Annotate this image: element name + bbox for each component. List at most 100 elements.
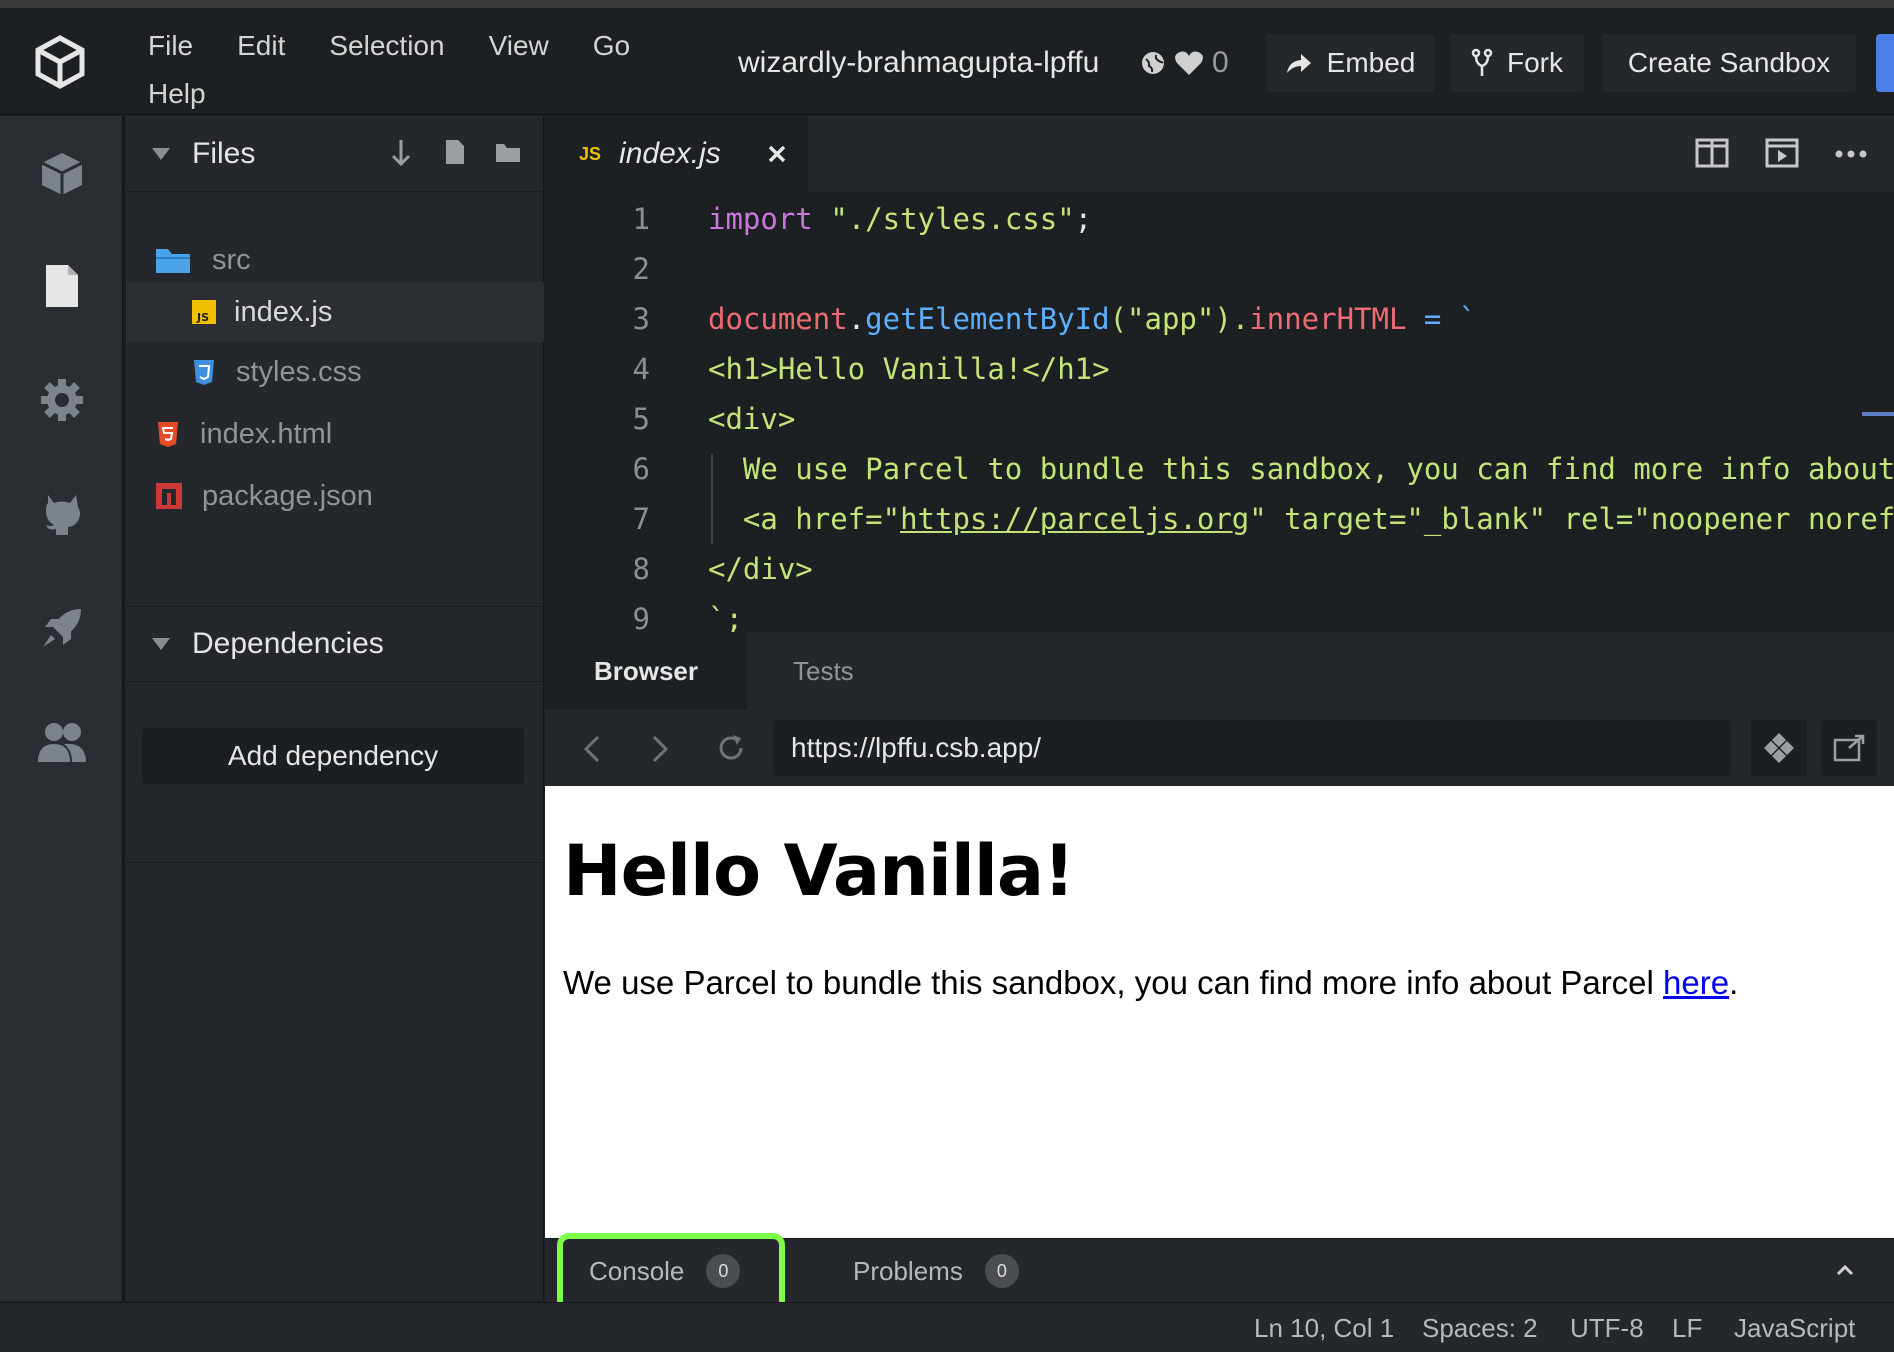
- npm-file-icon: [156, 483, 182, 509]
- dependencies-section-header[interactable]: Dependencies: [126, 606, 544, 682]
- preview-text: We use Parcel to bundle this sandbox, yo…: [563, 964, 1664, 1001]
- globe-icon: [1142, 52, 1164, 74]
- tab-label: index.js: [619, 137, 721, 170]
- create-sandbox-button[interactable]: Create Sandbox: [1602, 34, 1856, 92]
- menu-file[interactable]: File: [148, 22, 193, 70]
- line-number: 3: [632, 302, 650, 336]
- file-item-index-js[interactable]: JS index.js: [126, 282, 544, 342]
- code-token: ("app").: [1109, 302, 1250, 336]
- menu-help[interactable]: Help: [148, 70, 206, 114]
- line-ending[interactable]: LF: [1672, 1313, 1702, 1344]
- activity-bar: [0, 116, 124, 1301]
- refresh-icon[interactable]: [715, 732, 747, 764]
- devtools-button[interactable]: [1751, 720, 1807, 776]
- cursor-position[interactable]: Ln 10, Col 1: [1254, 1313, 1394, 1344]
- code-token: ;: [1074, 202, 1093, 236]
- split-view-icon[interactable]: [1695, 138, 1729, 168]
- browser-preview[interactable]: Hello Vanilla! We use Parcel to bundle t…: [545, 786, 1894, 1238]
- activity-github[interactable]: [32, 484, 92, 544]
- activity-info[interactable]: [32, 144, 92, 204]
- new-file-icon[interactable]: [444, 138, 466, 166]
- gear-icon: [41, 379, 83, 421]
- code-token: "./styles.css": [830, 202, 1075, 236]
- folder-icon: [156, 249, 190, 273]
- line-number: 2: [632, 252, 650, 286]
- chevron-up-icon[interactable]: [1835, 1263, 1855, 1277]
- code-token: document: [708, 302, 848, 336]
- line-number: 8: [632, 552, 650, 586]
- file-item-package-json[interactable]: package.json: [126, 466, 544, 526]
- fork-button[interactable]: Fork: [1450, 34, 1584, 92]
- preview-link[interactable]: here: [1663, 964, 1729, 1001]
- sandbox-meta: 0: [1140, 46, 1229, 80]
- menu-selection[interactable]: Selection: [329, 22, 444, 70]
- share-arrow-icon: [1286, 54, 1311, 73]
- code-token: getElementById: [865, 302, 1110, 336]
- indentation[interactable]: Spaces: 2: [1422, 1313, 1538, 1344]
- sidebar: Files src JS index.js styles.css index.h…: [126, 116, 544, 1301]
- sandbox-title[interactable]: wizardly-brahmagupta-lpffu: [738, 46, 1099, 80]
- menu-view[interactable]: View: [489, 22, 549, 70]
- file-name: index.js: [234, 295, 333, 328]
- code-token: " target="_blank" rel="noopener noreferr…: [1249, 502, 1894, 536]
- codesandbox-logo-icon[interactable]: [30, 32, 90, 92]
- sign-in-button-edge[interactable]: [1876, 34, 1894, 92]
- more-options-icon[interactable]: [1835, 150, 1867, 158]
- code-line: We use Parcel to bundle this sandbox, yo…: [708, 452, 1894, 486]
- preview-heading: Hello Vanilla!: [563, 830, 1075, 912]
- code-editor[interactable]: 1 2 3 4 5 6 7 8 9 import "./styles.css";…: [545, 192, 1894, 632]
- scroll-marker: [1862, 412, 1894, 416]
- file-name: package.json: [202, 479, 373, 512]
- add-dependency-button[interactable]: Add dependency: [142, 728, 524, 784]
- tab-tests[interactable]: Tests: [793, 632, 854, 710]
- encoding[interactable]: UTF-8: [1570, 1313, 1644, 1344]
- activity-live[interactable]: [32, 712, 92, 772]
- external-link-icon: [1833, 734, 1865, 762]
- new-folder-icon[interactable]: [494, 140, 522, 164]
- code-token: = `: [1406, 302, 1477, 336]
- rocket-icon: [43, 609, 81, 647]
- code-link[interactable]: https://parceljs.org: [900, 502, 1249, 536]
- svg-text:JS: JS: [196, 311, 209, 324]
- preview-icon[interactable]: [1765, 138, 1799, 168]
- files-section-header[interactable]: Files: [126, 116, 544, 192]
- code-token: innerHTML: [1249, 302, 1407, 336]
- indent-guide: [711, 454, 713, 544]
- activity-settings[interactable]: [32, 370, 92, 430]
- file-item-index-html[interactable]: index.html: [126, 404, 544, 464]
- file-item-styles-css[interactable]: styles.css: [126, 342, 544, 402]
- menu-bar: File Edit Selection View Go Help: [126, 22, 706, 114]
- back-icon[interactable]: [583, 734, 601, 764]
- heart-icon[interactable]: [1174, 49, 1204, 77]
- file-icon: [46, 265, 78, 307]
- like-count: 0: [1212, 46, 1229, 79]
- code-line: <div>: [708, 402, 796, 436]
- url-input[interactable]: https://lpffu.csb.app/: [773, 720, 1731, 776]
- code-token: .: [847, 302, 866, 336]
- activity-explorer[interactable]: [32, 256, 92, 316]
- activity-deploy[interactable]: [32, 598, 92, 658]
- line-number: 1: [632, 202, 650, 236]
- menu-edit[interactable]: Edit: [237, 22, 285, 70]
- forward-icon[interactable]: [651, 734, 669, 764]
- embed-button[interactable]: Embed: [1266, 34, 1434, 92]
- menu-go[interactable]: Go: [593, 22, 630, 70]
- close-icon[interactable]: [767, 144, 787, 164]
- line-number: 4: [632, 352, 650, 386]
- tab-browser[interactable]: Browser: [545, 632, 747, 710]
- file-name: styles.css: [236, 355, 362, 388]
- problems-count-badge: 0: [984, 1254, 1019, 1288]
- tab-index-js[interactable]: JS index.js: [545, 116, 808, 192]
- file-item-src[interactable]: src: [126, 230, 544, 290]
- open-new-window-button[interactable]: [1821, 720, 1877, 776]
- codesandbox-window: File Edit Selection View Go Help wizardl…: [0, 0, 1894, 1352]
- language-mode[interactable]: JavaScript: [1734, 1313, 1855, 1344]
- line-number: 5: [632, 402, 650, 436]
- code-token: <a href=": [708, 502, 901, 536]
- problems-tab[interactable]: Problems 0: [853, 1239, 1019, 1303]
- download-icon[interactable]: [390, 138, 412, 168]
- github-icon: [46, 495, 80, 535]
- line-number: 6: [632, 452, 650, 486]
- code-line: <h1>Hello Vanilla!</h1>: [708, 352, 1110, 386]
- files-label: Files: [192, 136, 256, 170]
